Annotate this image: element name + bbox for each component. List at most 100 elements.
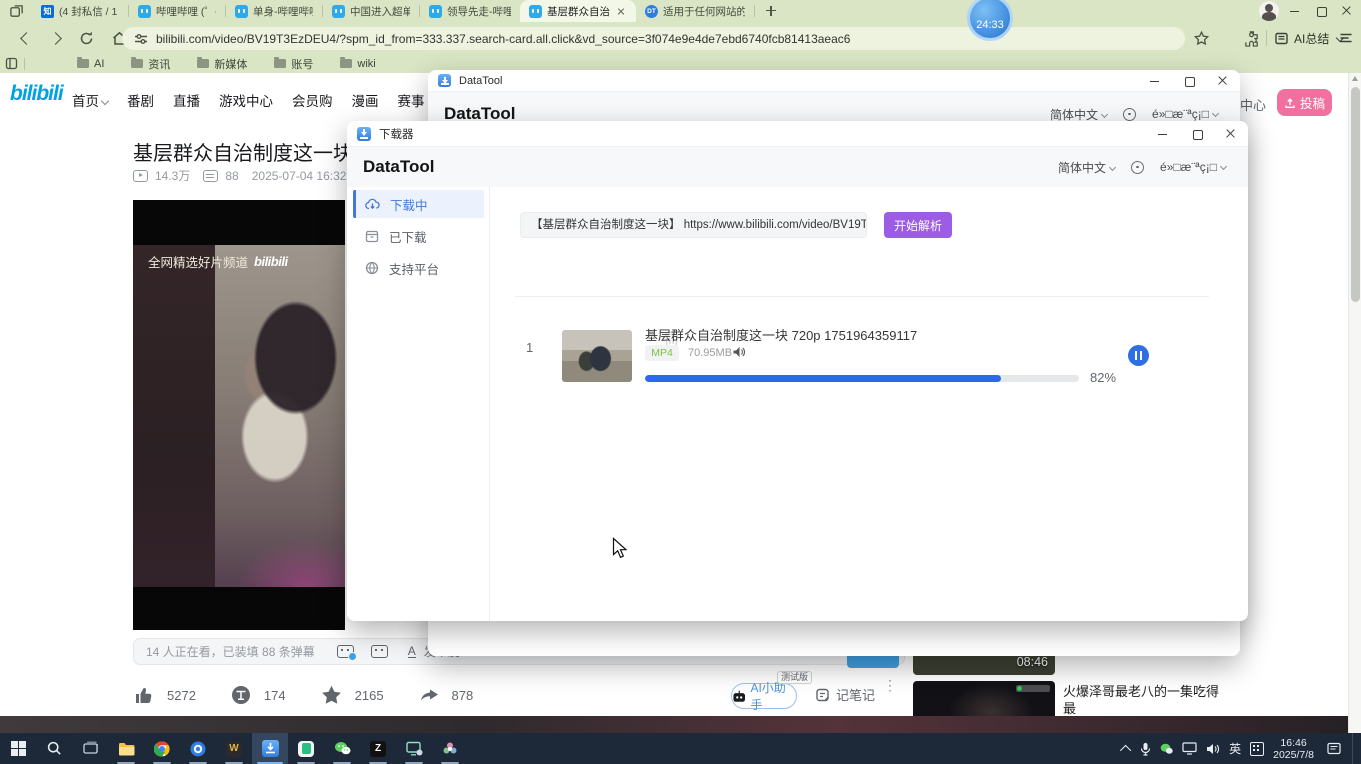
clock[interactable]: 16:46 2025/7/8 — [1273, 737, 1314, 761]
bookmark-wiki[interactable]: wiki — [340, 56, 375, 72]
taskbar-file-explorer[interactable] — [108, 733, 144, 764]
taskbar-chrome[interactable] — [144, 733, 180, 764]
parse-button[interactable]: 开始解析 — [884, 212, 952, 238]
scrollbar-thumb[interactable] — [1351, 87, 1360, 302]
nav-esports[interactable]: 赛事 — [398, 90, 425, 110]
downloader-window[interactable]: 下载器 DataTool 简体中文 é»□æ¨ªç¡□ 下载中 已下载 — [347, 121, 1248, 621]
url-field[interactable]: bilibili.com/video/BV19T3EzDEU4/?spm_id_… — [122, 27, 1185, 50]
side-panel-icon[interactable] — [5, 57, 18, 70]
theme-sun-icon[interactable] — [1123, 108, 1136, 121]
tab-extension-shortcut[interactable]: DT 适用于任何网站的快速 — [636, 0, 754, 22]
language-selector[interactable]: 简体中文 — [1058, 159, 1115, 176]
sidebar-item-downloading[interactable]: 下载中 — [353, 190, 484, 218]
taskbar-capcut[interactable]: Z — [360, 733, 396, 764]
ai-assistant-button[interactable]: AI小助手 — [731, 683, 797, 709]
downloader-titlebar[interactable]: 下载器 — [347, 121, 1248, 147]
notification-center-icon[interactable] — [1327, 742, 1341, 755]
bilibili-favicon — [429, 5, 442, 18]
theme-sun-icon[interactable] — [1131, 161, 1144, 174]
volume-icon[interactable] — [1206, 743, 1220, 755]
taskbar-notes-app[interactable] — [288, 733, 324, 764]
danmaku-settings-icon[interactable] — [371, 645, 388, 658]
bookmark-media[interactable]: 新媒体 — [197, 56, 247, 72]
datatool-maximize-button[interactable] — [1172, 70, 1206, 91]
audio-icon — [732, 346, 745, 358]
sidebar-item-downloaded[interactable]: 已下载 — [353, 222, 484, 250]
menu-icon[interactable] — [1338, 30, 1354, 46]
browser-close-button[interactable] — [1341, 5, 1353, 17]
start-button[interactable] — [0, 733, 36, 764]
video-url-input[interactable]: 【基层群众自治制度这一块】 https://www.bilibili.com/v… — [520, 212, 867, 238]
tab-zhihu[interactable]: 知 (4 封私信 / 1 条消息) — [32, 0, 128, 22]
tab-leader-first[interactable]: 领导先走-哔哩哔哩_b — [420, 0, 520, 22]
tab-single[interactable]: 单身-哔哩哔哩_bilibili — [226, 0, 322, 22]
datatool-minimize-button[interactable] — [1138, 70, 1172, 91]
tab-current-video[interactable]: 基层群众自治制度 — [520, 0, 636, 22]
danmaku-style-icon[interactable]: A — [408, 646, 416, 658]
network-display-icon[interactable] — [1182, 742, 1197, 755]
browser-minimize-button[interactable] — [1289, 5, 1301, 17]
tab-search-icon[interactable] — [9, 4, 24, 19]
bilibili-logo[interactable]: bilibili — [10, 82, 63, 106]
language-selector[interactable]: 简体中文 — [1050, 106, 1107, 123]
like-icon[interactable] — [133, 684, 155, 706]
nav-game-center[interactable]: 游戏中心 — [219, 90, 273, 110]
new-tab-button[interactable] — [763, 3, 779, 19]
folder-icon — [340, 59, 352, 68]
taskbar-wps[interactable]: W — [216, 733, 252, 764]
theme-selector[interactable]: é»□æ¨ªç¡□ — [1160, 160, 1226, 174]
tab-china-single-era[interactable]: 中国进入超单身时代_ — [323, 0, 419, 22]
tab-bilibili-home[interactable]: 哔哩哔哩 (゜-゜)つロ — [129, 0, 225, 22]
task-view-button[interactable] — [72, 733, 108, 764]
taskbar-browser-app[interactable] — [180, 733, 216, 764]
scroll-up-arrow[interactable] — [1352, 76, 1358, 81]
bookmark-account[interactable]: 账号 — [274, 56, 313, 72]
favorite-star-icon[interactable] — [320, 684, 343, 706]
nav-vip-shop[interactable]: 会员购 — [292, 90, 333, 110]
show-desktop-button[interactable] — [1352, 733, 1355, 764]
refresh-icon[interactable] — [78, 30, 95, 47]
taskbar-wechat[interactable] — [324, 733, 360, 764]
nav-anime[interactable]: 番剧 — [127, 90, 154, 110]
coin-icon[interactable] — [230, 684, 252, 706]
bookmark-star-icon[interactable] — [1193, 30, 1210, 47]
nav-partial-center[interactable]: 中心 — [1240, 95, 1266, 114]
tab-close-icon[interactable] — [615, 5, 627, 17]
page-scrollbar[interactable] — [1348, 73, 1361, 733]
downloader-close-button[interactable] — [1214, 121, 1248, 146]
nav-manga[interactable]: 漫画 — [352, 90, 379, 110]
extensions-puzzle-icon[interactable] — [1243, 30, 1260, 47]
site-settings-icon[interactable] — [134, 32, 148, 46]
datatool-close-button[interactable] — [1206, 70, 1240, 91]
ime-indicator[interactable]: 英 — [1229, 740, 1241, 757]
browser-profile-avatar[interactable] — [1259, 1, 1279, 21]
taskbar-screen-share[interactable] — [396, 733, 432, 764]
ime-grid-icon[interactable] — [1250, 742, 1264, 756]
microphone-icon[interactable] — [1140, 742, 1151, 756]
theme-selector[interactable]: é»□æ¨ªç¡□ — [1152, 107, 1218, 121]
pause-button[interactable] — [1128, 345, 1149, 366]
datatool-titlebar[interactable]: DataTool — [428, 70, 1240, 92]
nav-home[interactable]: 首页 — [72, 90, 108, 110]
back-icon[interactable] — [20, 32, 33, 45]
danmaku-toggle-icon[interactable] — [337, 645, 354, 658]
nav-live[interactable]: 直播 — [173, 90, 200, 110]
taskbar-datatool-active[interactable] — [252, 733, 288, 764]
browser-maximize-button[interactable] — [1315, 5, 1327, 17]
upload-button[interactable]: 投稿 — [1277, 89, 1332, 116]
note-button[interactable]: 记笔记 — [815, 685, 875, 704]
bookmark-ai[interactable]: AI — [77, 56, 104, 72]
taskbar-sunflower[interactable] — [432, 733, 468, 764]
tray-expand-icon[interactable] — [1120, 744, 1131, 755]
wechat-tray-icon[interactable] — [1160, 743, 1173, 755]
taskbar-search[interactable] — [36, 733, 72, 764]
bookmark-news[interactable]: 资讯 — [131, 56, 170, 72]
forward-icon[interactable] — [49, 32, 62, 45]
video-player[interactable]: 全网精选好片频道 bilibili — [133, 200, 345, 630]
ai-summary-button[interactable]: AI总结 — [1274, 30, 1343, 47]
downloader-maximize-button[interactable] — [1180, 121, 1214, 146]
share-icon[interactable] — [418, 684, 440, 706]
downloader-minimize-button[interactable] — [1146, 121, 1180, 146]
more-options-icon[interactable]: ⋮ — [883, 681, 893, 690]
sidebar-item-platforms[interactable]: 支持平台 — [353, 254, 484, 282]
